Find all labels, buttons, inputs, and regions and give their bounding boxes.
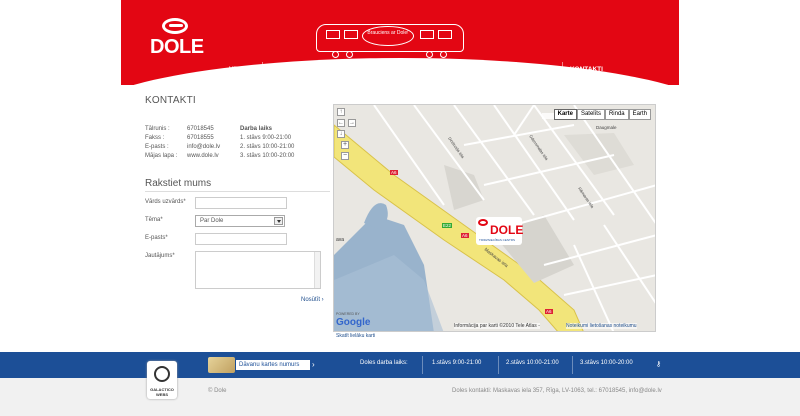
- name-label: Vārds uzvārds*: [145, 199, 186, 205]
- email-field[interactable]: [195, 233, 287, 245]
- view-larger-map-link[interactable]: Skatīt lielāku karti: [336, 333, 375, 339]
- divider: [422, 356, 423, 374]
- tram-illustration: Brauciens ar Dole!: [316, 24, 464, 58]
- powered-by: POWERED BY: [336, 312, 360, 316]
- footer-hours-line: 3.stāvs 10:00-20:00: [580, 360, 633, 366]
- main-nav: VEIKALI PRIVILĒĢIJU KARTE DĀVANU KARTE A…: [222, 62, 610, 78]
- opening-hours: Darba laiks 1. stāvs 9:00-21:00 2. stāvs…: [240, 125, 330, 161]
- map-type-earth[interactable]: Earth: [628, 109, 651, 120]
- key-icon[interactable]: ⚷: [656, 360, 661, 368]
- marker-subtitle: TIRDZNIECĪBAS CENTRS: [479, 238, 516, 242]
- pan-down-icon[interactable]: ↓: [337, 130, 345, 138]
- road-label: E22: [442, 223, 453, 228]
- chevron-right-icon[interactable]: ›: [312, 360, 315, 370]
- hours-title: Darba laiks: [240, 126, 273, 132]
- pan-left-icon[interactable]: ←: [337, 119, 345, 127]
- zoom-in-icon[interactable]: +: [341, 141, 349, 149]
- tram-wheel: [346, 51, 353, 58]
- topic-selected-value: Par Dole: [200, 218, 224, 224]
- gift-card-icon: [208, 357, 235, 373]
- footer-address: Doles kontakti: Maskavas iela 357, Rīga,…: [452, 388, 662, 394]
- galactico-text: GALACTICO WEBS: [150, 387, 174, 397]
- send-link[interactable]: Nosūtīt ›: [301, 297, 324, 303]
- tram-window: [438, 30, 452, 39]
- hours-line: 2. stāvs 10:00-21:00: [240, 144, 295, 150]
- nav-item-privilegiju-karte[interactable]: PRIVILĒĢIJU KARTE: [261, 62, 342, 78]
- tram-window: [420, 30, 434, 39]
- map-type-karte[interactable]: Karte: [553, 109, 577, 120]
- name-field[interactable]: [195, 197, 287, 209]
- water-label: ava: [336, 237, 345, 243]
- contact-email-link[interactable]: info@dole.lv: [187, 143, 233, 152]
- marker-logo-icon: [478, 219, 488, 226]
- contact-website-link[interactable]: www.dole.lv: [187, 152, 233, 161]
- tram-badge: Brauciens ar Dole!: [362, 26, 414, 46]
- question-textarea[interactable]: [195, 251, 321, 289]
- contact-key: E-pasts :: [145, 144, 169, 150]
- tram-wheel: [426, 51, 433, 58]
- page-title: KONTAKTI: [145, 95, 196, 106]
- road-label: A6: [390, 170, 398, 175]
- galactico-badge[interactable]: GALACTICO WEBS: [147, 361, 177, 399]
- footer-hours-title: Doles darba laiks:: [360, 360, 408, 366]
- logo-mark-icon: [162, 18, 188, 34]
- map-view[interactable]: ↑ ← → ↓ + − Karte Satelīts Rinda Earth A…: [333, 104, 656, 332]
- zoom-out-icon[interactable]: −: [341, 152, 349, 160]
- map-type-rinda[interactable]: Rinda: [604, 109, 629, 120]
- google-logo[interactable]: Google: [336, 317, 370, 328]
- divider: [498, 356, 499, 374]
- gift-card-lookup[interactable]: Dāvanu kartes numurs ›: [208, 357, 315, 373]
- pan-up-icon[interactable]: ↑: [337, 108, 345, 116]
- tram-wheel: [440, 51, 447, 58]
- footer-hours-line: 1.stāvs 9:00-21:00: [432, 360, 482, 366]
- marker-logo-text: DOLE: [490, 223, 524, 237]
- pan-right-icon[interactable]: →: [348, 119, 356, 127]
- textarea-scrollbar[interactable]: [314, 252, 320, 288]
- topic-select[interactable]: Par Dole: [195, 215, 285, 227]
- tram-wheel: [332, 51, 339, 58]
- map-type-satelits[interactable]: Satelīts: [576, 109, 605, 120]
- divider: [145, 191, 330, 192]
- road-label: A6: [545, 309, 553, 314]
- map-terms-link[interactable]: Noteikumi lietošanas noteikumu: [566, 323, 637, 329]
- place-label: Daugmale: [596, 125, 617, 130]
- nav-item-veikali[interactable]: VEIKALI: [222, 62, 262, 78]
- copyright: © Dole: [208, 388, 227, 394]
- dole-map-marker[interactable]: DOLE TIRDZNIECĪBAS CENTRS: [476, 217, 524, 245]
- hours-line: 3. stāvs 10:00-20:00: [240, 153, 295, 159]
- map-attribution: Informācija par karti ©2010 Tele Atlas -: [454, 323, 540, 329]
- logo-text: DOLE: [150, 36, 204, 58]
- contact-key: Mājas lapa :: [145, 153, 178, 159]
- email-label: E-pasts*: [145, 235, 168, 241]
- topic-label: Tēma*: [145, 217, 163, 223]
- contact-key: Fakss :: [145, 135, 165, 141]
- divider: [572, 356, 573, 374]
- tram-window: [326, 30, 340, 39]
- nav-item-davanu-karte[interactable]: DĀVANU KARTE: [341, 62, 408, 78]
- tram-window: [344, 30, 358, 39]
- contact-key: Tālrunis :: [145, 126, 170, 132]
- road-label: A6: [461, 233, 469, 238]
- contact-value: 67018555: [187, 135, 214, 141]
- dole-logo[interactable]: DOLE: [150, 18, 204, 62]
- nav-item-aktualitates[interactable]: AKTUALITĀTES: [451, 62, 516, 78]
- map-type-control: Karte Satelīts Rinda Earth: [553, 109, 651, 120]
- nav-item-akcijas[interactable]: AKCIJAS: [407, 62, 452, 78]
- hours-line: 1. stāvs 9:00-21:00: [240, 135, 292, 141]
- form-title: Rakstiet mums: [145, 178, 212, 189]
- contact-value: 67018545: [187, 126, 214, 132]
- galactico-logo-icon: [154, 366, 170, 382]
- footer-hours-line: 2.stāvs 10:00-21:00: [506, 360, 559, 366]
- nav-item-par-doli[interactable]: PAR DOLI: [516, 62, 562, 78]
- contact-column: KONTAKTI Tālrunis : 67018545 Fakss : 670…: [145, 95, 335, 289]
- chevron-down-icon[interactable]: [274, 217, 283, 225]
- nav-item-kontakti[interactable]: KONTAKTI: [561, 62, 610, 78]
- question-label: Jautājums*: [145, 253, 175, 259]
- gift-card-number-field[interactable]: Dāvanu kartes numurs: [236, 360, 310, 370]
